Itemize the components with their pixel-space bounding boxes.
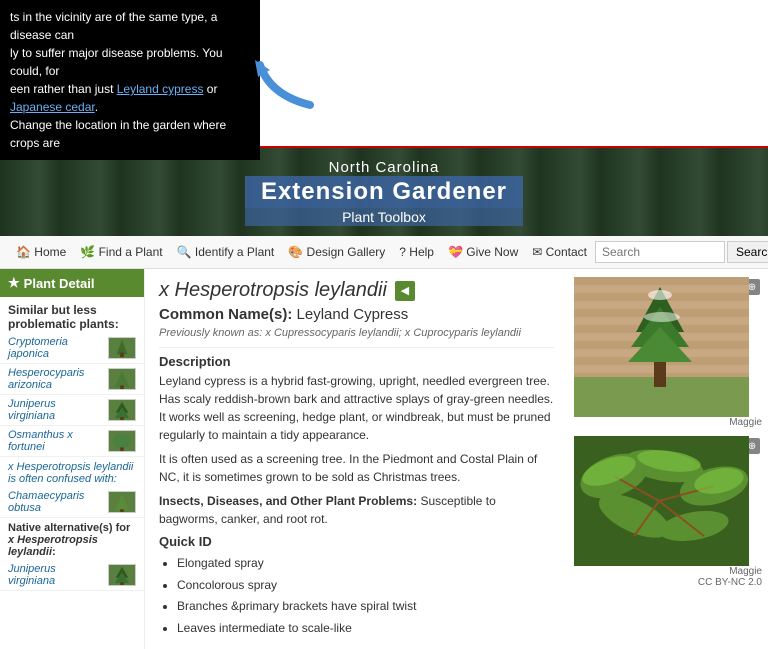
banner-title: Extension Gardener (245, 176, 523, 208)
quick-id-item: Branches &primary brackets have spiral t… (177, 596, 554, 618)
plant-scientific-name: x Hesperotropsis leylandii ◀ (159, 279, 554, 302)
plant-thumb-osmanthus (108, 430, 136, 452)
sidebar-header: ★ Plant Detail (0, 269, 144, 297)
quick-id-list: Elongated spray Concolorous spray Branch… (159, 553, 554, 639)
quick-id-item: Concolorous spray (177, 575, 554, 597)
plant-name-hesperocyparis[interactable]: Hesperocyparis arizonica (8, 367, 104, 391)
content-area: x Hesperotropsis leylandii ◀ Common Name… (145, 269, 568, 649)
tooltip-text2: ly to suffer major disease problems. You… (10, 46, 223, 78)
plant-image-1 (574, 277, 749, 417)
quick-id-item: Leaves intermediate to scale-like (177, 618, 554, 640)
image-caption-1: Maggie (574, 417, 762, 428)
nav-contact[interactable]: ✉ Contact (526, 242, 593, 262)
list-item: Juniperus virginiana (0, 560, 144, 591)
sound-button[interactable]: ◀ (395, 281, 415, 301)
prev-text: x Cupressocyparis leylandii; x Cuprocypa… (265, 327, 521, 339)
problems-text: Insects, Diseases, and Other Plant Probl… (159, 492, 554, 528)
banner: North Carolina Extension Gardener Plant … (0, 148, 768, 236)
plant-name-osmanthus[interactable]: Osmanthus x fortunei (8, 429, 104, 453)
common-name-line: Common Name(s): Leyland Cypress (159, 306, 554, 323)
plant-name-cryptomeria[interactable]: Cryptomeria japonica (8, 336, 104, 360)
image-container-2: ⊕ (574, 436, 762, 588)
plant-thumb-juniperus2 (108, 564, 136, 586)
image-container-1: ⊕ (574, 277, 762, 428)
banner-content: North Carolina Extension Gardener Plant … (245, 159, 523, 226)
tooltip-arrow (250, 55, 320, 115)
plant-image-2 (574, 436, 749, 566)
plant-thumb-juniperus (108, 399, 136, 421)
quick-id-item: Elongated spray (177, 553, 554, 575)
sidebar: ★ Plant Detail Similar but less problema… (0, 269, 145, 649)
plant-name-chamaecyparis[interactable]: Chamaecyparis obtusa (8, 490, 104, 514)
banner-nc: North Carolina (245, 159, 523, 176)
tooltip-text: ts in the vicinity are of the same type,… (10, 10, 217, 42)
plant-thumb-hesperocyparis (108, 368, 136, 390)
list-item: Cryptomeria japonica (0, 333, 144, 364)
nav-help[interactable]: ? Help (393, 242, 440, 262)
plant-name-juniperus2[interactable]: Juniperus virginiana (8, 563, 104, 587)
tooltip-popup: ts in the vicinity are of the same type,… (0, 0, 260, 160)
main-layout: ★ Plant Detail Similar but less problema… (0, 269, 768, 649)
nav-home[interactable]: 🏠 Home (10, 242, 72, 262)
list-item: Hesperocyparis arizonica (0, 364, 144, 395)
common-name-label: Common Name(s): (159, 306, 292, 323)
search-button[interactable]: Search (727, 241, 768, 263)
tooltip-text5: Change the location in the garden where … (10, 118, 226, 150)
nav-gallery[interactable]: 🎨 Design Gallery (282, 242, 391, 262)
plant-thumb-cryptomeria (108, 337, 136, 359)
nav-search-area: Search (595, 241, 768, 263)
description-label: Description (159, 347, 554, 369)
search-input[interactable] (595, 241, 725, 263)
common-name-val: Leyland Cypress (297, 306, 409, 323)
description-text2: It is often used as a screening tree. In… (159, 450, 554, 486)
problems-label: Insects, Diseases, and Other Plant Probl… (159, 494, 417, 508)
quick-id-label: Quick ID (159, 534, 554, 549)
nav-find-plant[interactable]: 🌿 Find a Plant (74, 242, 168, 262)
nav-bar: 🏠 Home 🌿 Find a Plant 🔍 Identify a Plant… (0, 236, 768, 269)
list-item: Juniperus virginiana (0, 395, 144, 426)
prev-label: Previously known as: (159, 327, 262, 339)
description-text: Leyland cypress is a hybrid fast-growing… (159, 372, 554, 444)
image-caption-2: Maggie (574, 566, 762, 577)
plant-name-juniperus[interactable]: Juniperus virginiana (8, 398, 104, 422)
sidebar-title: Plant Detail (24, 276, 95, 291)
scientific-name-text: x Hesperotropsis leylandii (159, 279, 387, 302)
nav-give[interactable]: 💝 Give Now (442, 242, 524, 262)
japanese-cedar-link[interactable]: Japanese cedar (10, 100, 95, 114)
previously-known: Previously known as: x Cupressocyparis l… (159, 327, 554, 339)
confused-plant-name: x Hesperotropsis leylandii is often conf… (8, 461, 133, 485)
nav-identify[interactable]: 🔍 Identify a Plant (171, 242, 281, 262)
list-item: Chamaecyparis obtusa (0, 487, 144, 518)
similar-plants-title: Similar but less problematic plants: (0, 297, 144, 333)
images-area: ⊕ (568, 269, 768, 649)
leyland-link[interactable]: Leyland cypress (117, 82, 204, 96)
image-license-2: CC BY-NC 2.0 (574, 577, 762, 588)
confused-title: x Hesperotropsis leylandii is often conf… (0, 457, 144, 487)
plant-thumb-chamaecyparis (108, 491, 136, 513)
plant-detail-icon: ★ (8, 275, 20, 291)
native-title: Native alternative(s) for x Hesperotrops… (0, 518, 144, 560)
tooltip-text3: een rather than just (10, 82, 117, 96)
banner-subtitle: Plant Toolbox (245, 208, 523, 226)
list-item: Osmanthus x fortunei (0, 426, 144, 457)
